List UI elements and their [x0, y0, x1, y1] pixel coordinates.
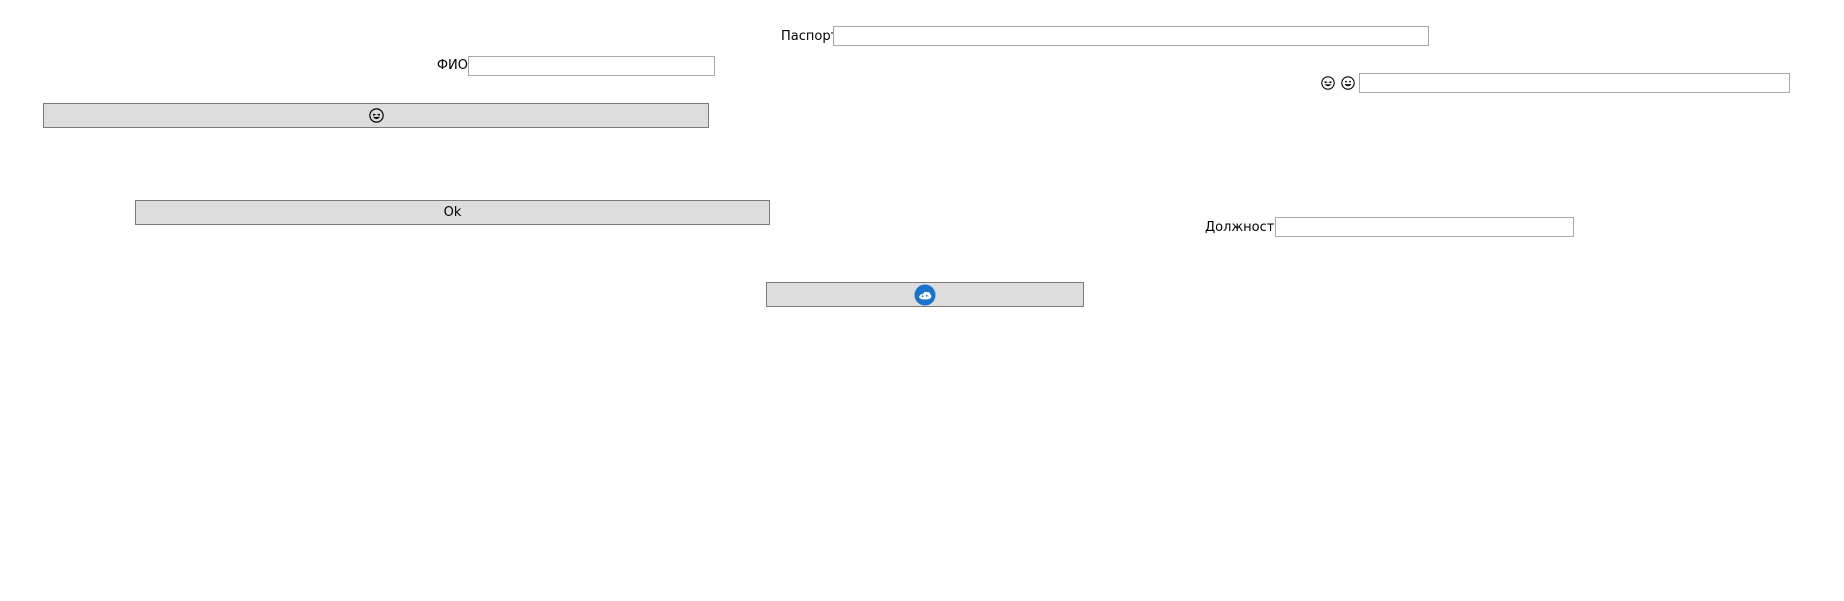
blue-circle-logo-icon: [914, 284, 936, 306]
logo-button[interactable]: [766, 282, 1084, 307]
ok-button[interactable]: Ok: [135, 200, 770, 225]
fio-input[interactable]: [468, 56, 715, 76]
grinning-face-icon: [368, 108, 384, 123]
position-label: Должность: [1205, 220, 1282, 235]
fio-label: ФИО: [436, 58, 468, 73]
smiling-face-icon: [1341, 76, 1355, 90]
grinning-squint-face-icon: [1321, 76, 1335, 90]
position-input[interactable]: [1275, 217, 1574, 237]
emoji-button[interactable]: [43, 103, 709, 128]
passport-label: Паспорт: [781, 29, 839, 44]
emoji-field-input[interactable]: [1359, 73, 1790, 93]
passport-input[interactable]: [833, 26, 1429, 46]
